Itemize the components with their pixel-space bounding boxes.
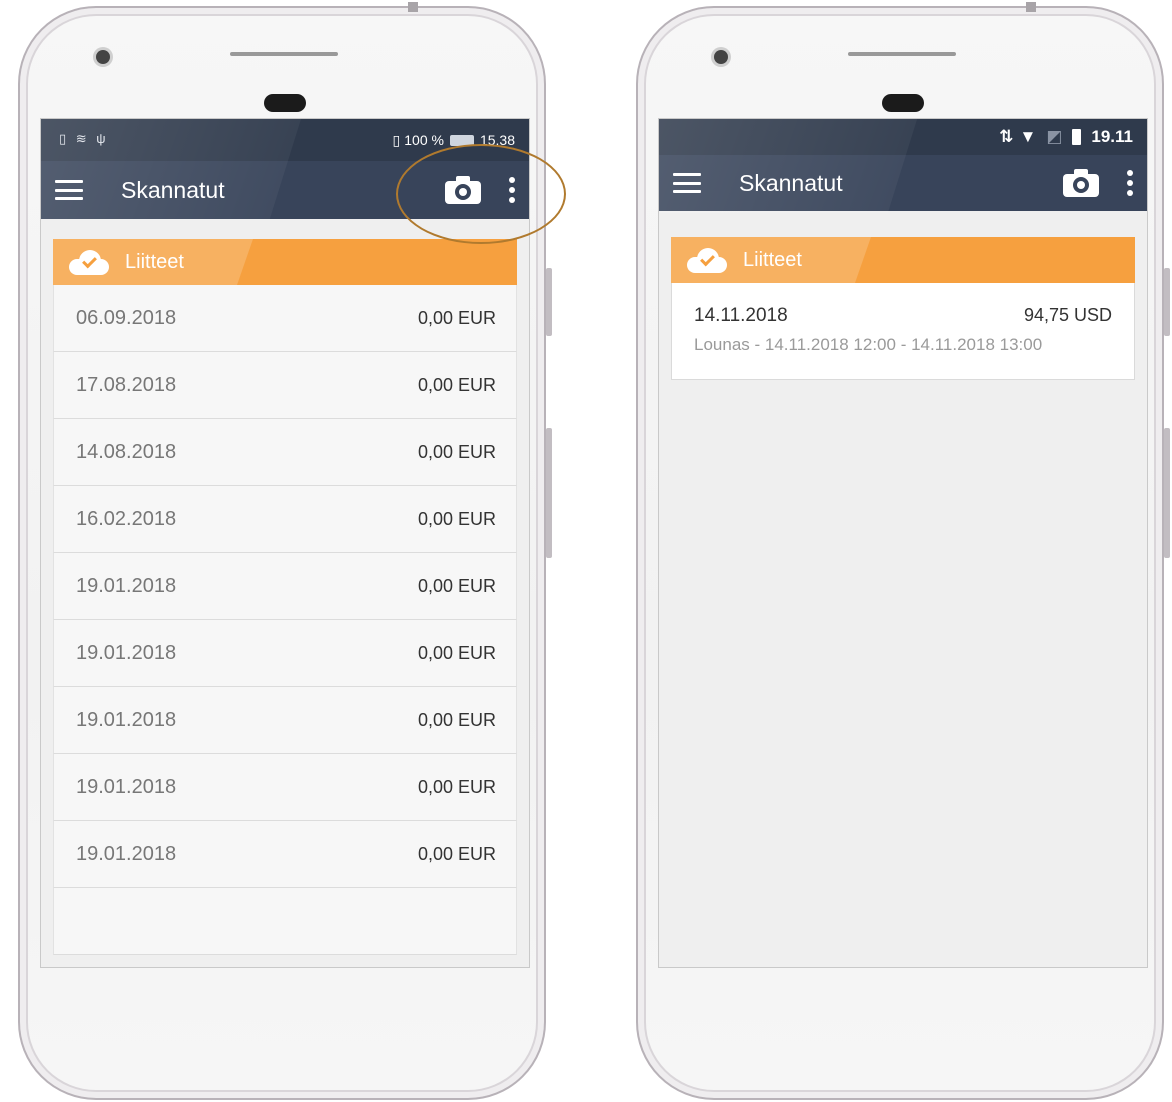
item-date: 19.01.2018 — [76, 708, 177, 731]
list-item[interactable] — [53, 888, 517, 955]
list-item[interactable]: 14.08.2018 0,00 EUR — [53, 419, 517, 486]
item-amount: 0,00 EUR — [417, 508, 496, 529]
front-camera — [96, 50, 110, 64]
vibrate-icon: ▯ — [392, 131, 401, 148]
item-amount: 0,00 EUR — [417, 776, 496, 797]
status-notification-icons: ▯ ≋ ψ — [59, 131, 109, 146]
item-amount: 0,00 EUR — [417, 709, 496, 730]
cloud-check-icon — [69, 249, 109, 275]
list-item[interactable]: 19.01.2018 0,00 EUR — [53, 687, 517, 754]
app-bar: Skannatut — [659, 155, 1147, 211]
item-amount: 0,00 EUR — [417, 843, 496, 864]
screen-left: ▯ ≋ ψ ▯ 100 % 15.38 Skannatut Liitteet 0… — [40, 118, 530, 968]
item-amount: 0,00 EUR — [417, 374, 496, 395]
list-item[interactable]: 17.08.2018 0,00 EUR — [53, 352, 517, 419]
no-sim-icon: ◩ — [1046, 127, 1063, 146]
phone-left: ▯ ≋ ψ ▯ 100 % 15.38 Skannatut Liitteet 0… — [18, 2, 552, 1100]
wifi-icon: ▼ — [1019, 127, 1037, 146]
list-item[interactable]: 19.01.2018 0,00 EUR — [53, 620, 517, 687]
camera-icon[interactable] — [445, 176, 481, 204]
list-item[interactable]: 06.09.2018 0,00 EUR — [53, 285, 517, 352]
item-date: 14.08.2018 — [76, 440, 177, 463]
item-date: 17.08.2018 — [76, 373, 177, 396]
item-amount: 0,00 EUR — [417, 441, 496, 462]
item-date: 19.01.2018 — [76, 641, 177, 664]
item-date: 06.09.2018 — [76, 306, 177, 329]
hamburger-icon[interactable] — [673, 173, 701, 193]
item-amount: 0,00 EUR — [417, 575, 496, 596]
status-time: 15.38 — [479, 132, 515, 148]
item-amount: 0,00 EUR — [417, 307, 496, 328]
app-bar: Skannatut — [41, 161, 529, 219]
power-button — [546, 428, 552, 558]
list-item[interactable]: 19.01.2018 0,00 EUR — [53, 553, 517, 620]
phone-top-notch — [408, 2, 418, 12]
list-item[interactable]: 19.01.2018 0,00 EUR — [53, 821, 517, 888]
item-date: 16.02.2018 — [76, 507, 177, 530]
volume-button — [546, 268, 552, 336]
list-item[interactable]: 16.02.2018 0,00 EUR — [53, 486, 517, 553]
card-detail: Lounas - 14.11.2018 12:00 - 14.11.2018 1… — [694, 335, 1043, 354]
status-bar: ⇅ ▼ ◩ 19.11 — [659, 119, 1147, 155]
battery-percent: 100 % — [404, 132, 444, 148]
item-amount: 0,00 EUR — [417, 642, 496, 663]
battery-charging-icon — [449, 134, 474, 146]
section-title: Liitteet — [743, 248, 802, 271]
item-date: 19.01.2018 — [76, 842, 177, 865]
list-item[interactable]: 19.01.2018 0,00 EUR — [53, 754, 517, 821]
proximity-sensor — [264, 94, 306, 112]
app-title: Skannatut — [121, 176, 225, 203]
section-title: Liitteet — [125, 250, 184, 273]
data-arrows-icon: ⇅ — [999, 127, 1014, 146]
more-vert-icon[interactable] — [509, 177, 515, 203]
receipt-list: 06.09.2018 0,00 EUR 17.08.2018 0,00 EUR 14… — [53, 285, 517, 955]
volume-button — [1164, 268, 1170, 336]
item-date: 19.01.2018 — [76, 775, 177, 798]
card-amount: 94,75 USD — [1023, 305, 1112, 325]
earpiece-speaker — [230, 52, 338, 56]
status-bar: ▯ ≋ ψ ▯ 100 % 15.38 — [41, 119, 529, 161]
battery-icon — [1072, 129, 1082, 145]
cloud-check-icon — [687, 247, 727, 273]
phone-top-notch — [1026, 2, 1036, 12]
camera-icon[interactable] — [1063, 169, 1099, 197]
section-header-attachments: Liitteet — [53, 239, 517, 285]
more-vert-icon[interactable] — [1127, 170, 1133, 196]
proximity-sensor — [882, 94, 924, 112]
earpiece-speaker — [848, 52, 956, 56]
app-title: Skannatut — [739, 169, 843, 196]
item-date: 19.01.2018 — [76, 574, 177, 597]
hamburger-icon[interactable] — [55, 180, 83, 200]
status-time: 19.11 — [1091, 127, 1133, 146]
section-header-attachments: Liitteet — [671, 237, 1135, 283]
phone-right: ⇅ ▼ ◩ 19.11 Skannatut Liitteet 14.11.201… — [636, 2, 1170, 1100]
receipt-card[interactable]: 14.11.2018 94,75 USD Lounas - 14.11.2018… — [671, 283, 1135, 380]
screen-right: ⇅ ▼ ◩ 19.11 Skannatut Liitteet 14.11.201… — [658, 118, 1148, 968]
front-camera — [714, 50, 728, 64]
card-date: 14.11.2018 — [694, 305, 788, 326]
power-button — [1164, 428, 1170, 558]
